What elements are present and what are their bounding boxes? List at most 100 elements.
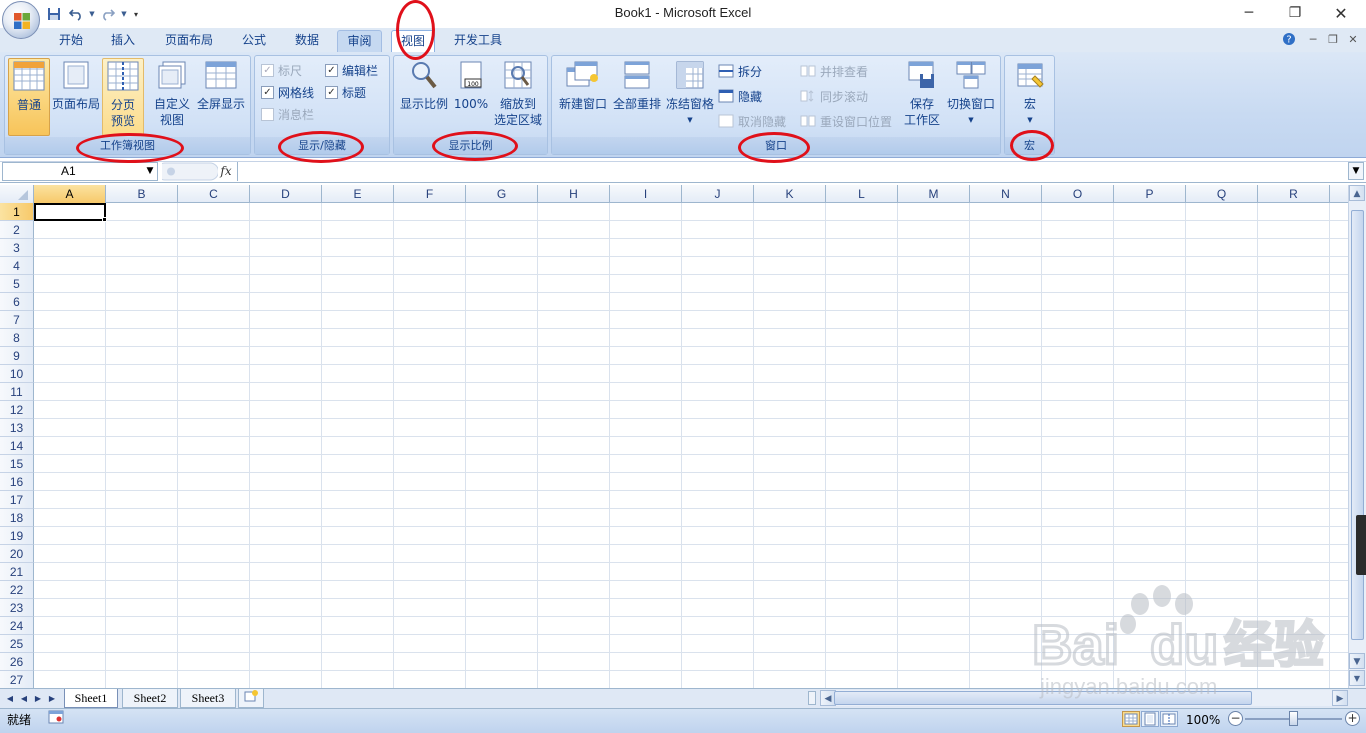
zoom-out-icon[interactable]: − [1228,711,1243,726]
scroll-down-icon[interactable]: ▼ [1349,653,1365,669]
row-header-10[interactable]: 10 [0,365,34,383]
fill-handle[interactable] [102,217,107,222]
tab-insert[interactable]: 插入 [100,30,146,52]
vertical-scroll-thumb[interactable] [1351,210,1364,640]
next-sheet-icon[interactable]: ▶ [32,692,44,706]
ribbon-close-icon[interactable]: ✕ [1345,31,1361,47]
ruler-checkbox[interactable]: ✓ 标尺 [261,61,302,79]
zoom-slider-thumb[interactable] [1289,711,1298,726]
sync-scroll-button[interactable]: 同步滚动 [800,87,868,105]
office-button[interactable] [2,1,40,39]
tab-home[interactable]: 开始 [46,30,96,52]
row-header-19[interactable]: 19 [0,527,34,545]
scroll-right-icon[interactable]: ▶ [1332,690,1348,706]
row-header-7[interactable]: 7 [0,311,34,329]
page-layout-status-button[interactable] [1141,711,1159,727]
column-header-d[interactable]: D [250,185,322,203]
row-header-8[interactable]: 8 [0,329,34,347]
freeze-panes-button[interactable]: 冻结窗格 ▼ [663,60,717,128]
select-all-corner[interactable] [0,185,34,203]
view-side-by-side-button[interactable]: 并排查看 [800,62,868,80]
save-icon[interactable] [44,5,64,23]
restore-button[interactable]: ❐ [1272,0,1318,26]
row-header-15[interactable]: 15 [0,455,34,473]
zoom-to-selection-button[interactable]: 缩放到 选定区域 [491,60,545,128]
undo-dropdown-icon[interactable]: ▼ [88,5,96,23]
zoom-100-button[interactable]: 100 100% [452,60,490,112]
arrange-all-button[interactable]: 全部重排 [610,60,664,112]
column-header-f[interactable]: F [394,185,466,203]
hide-button[interactable]: 隐藏 [718,87,762,105]
tab-formulas[interactable]: 公式 [230,30,278,52]
column-header-h[interactable]: H [538,185,610,203]
redo-icon[interactable] [98,5,118,23]
tab-developer[interactable]: 开发工具 [444,30,512,52]
cells-area[interactable] [34,203,1348,688]
tab-split-handle[interactable] [808,691,816,705]
tab-page-layout[interactable]: 页面布局 [154,30,224,52]
minimize-button[interactable]: ─ [1226,0,1272,26]
formula-bar-checkbox[interactable]: ✓ 编辑栏 [325,61,378,79]
column-header-e[interactable]: E [322,185,394,203]
scroll-split-icon[interactable]: ▼ [1349,670,1365,686]
normal-view-button[interactable]: 普通 [8,58,50,136]
name-box[interactable]: A1 [2,162,158,181]
column-header-l[interactable]: L [826,185,898,203]
undo-icon[interactable] [66,5,86,23]
row-header-1[interactable]: 1 [0,203,34,221]
gridlines-checkbox[interactable]: ✓ 网格线 [261,83,314,101]
row-header-2[interactable]: 2 [0,221,34,239]
side-panel-handle[interactable] [1356,515,1366,575]
column-header-p[interactable]: P [1114,185,1186,203]
page-layout-view-button[interactable]: 页面布局 [51,60,101,112]
macros-button[interactable]: 宏 ▼ [1009,62,1051,128]
horizontal-scrollbar[interactable]: ◀ ▶ [820,690,1348,706]
page-break-status-button[interactable] [1160,711,1178,727]
first-sheet-icon[interactable]: ◀ [4,692,16,706]
column-header-j[interactable]: J [682,185,754,203]
insert-function-button[interactable]: fx [216,162,236,181]
row-header-13[interactable]: 13 [0,419,34,437]
zoom-level[interactable]: 100% [1186,711,1220,729]
row-header-22[interactable]: 22 [0,581,34,599]
row-header-3[interactable]: 3 [0,239,34,257]
close-button[interactable]: ✕ [1318,0,1364,26]
ribbon-minimize-icon[interactable]: ─ [1305,31,1321,47]
sheet-tab-sheet2[interactable]: Sheet2 [122,689,178,708]
message-bar-checkbox[interactable]: 消息栏 [261,105,314,123]
row-header-5[interactable]: 5 [0,275,34,293]
headings-checkbox[interactable]: ✓ 标题 [325,83,366,101]
prev-sheet-icon[interactable]: ◀ [18,692,30,706]
column-header-g[interactable]: G [466,185,538,203]
column-header-k[interactable]: K [754,185,826,203]
full-screen-button[interactable]: 全屏显示 [195,60,247,112]
row-header-25[interactable]: 25 [0,635,34,653]
row-header-11[interactable]: 11 [0,383,34,401]
column-header-b[interactable]: B [106,185,178,203]
horizontal-scroll-thumb[interactable] [834,691,1252,705]
macro-record-icon[interactable] [48,710,64,724]
save-workspace-button[interactable]: 保存 工作区 [900,60,944,128]
active-cell-a1[interactable] [34,203,106,221]
column-header-q[interactable]: Q [1186,185,1258,203]
row-header-18[interactable]: 18 [0,509,34,527]
split-button[interactable]: 拆分 [718,62,762,80]
reset-window-position-button[interactable]: 重设窗口位置 [800,112,892,130]
customize-qat-icon[interactable]: ▾ [130,5,142,23]
tab-review[interactable]: 审阅 [337,30,382,52]
tab-data[interactable]: 数据 [284,30,330,52]
row-header-26[interactable]: 26 [0,653,34,671]
row-header-24[interactable]: 24 [0,617,34,635]
help-icon[interactable]: ? [1281,31,1297,47]
row-header-20[interactable]: 20 [0,545,34,563]
last-sheet-icon[interactable]: ▶ [46,692,58,706]
row-header-9[interactable]: 9 [0,347,34,365]
custom-views-button[interactable]: 自定义 视图 [147,60,197,128]
row-header-17[interactable]: 17 [0,491,34,509]
row-header-27[interactable]: 27 [0,671,34,688]
unhide-button[interactable]: 取消隐藏 [718,112,786,130]
name-box-dropdown-icon[interactable]: ▼ [144,163,156,180]
vertical-scrollbar[interactable]: ▲ ▼ ▼ [1348,185,1366,688]
column-header-a[interactable]: A [34,185,106,203]
column-header-n[interactable]: N [970,185,1042,203]
